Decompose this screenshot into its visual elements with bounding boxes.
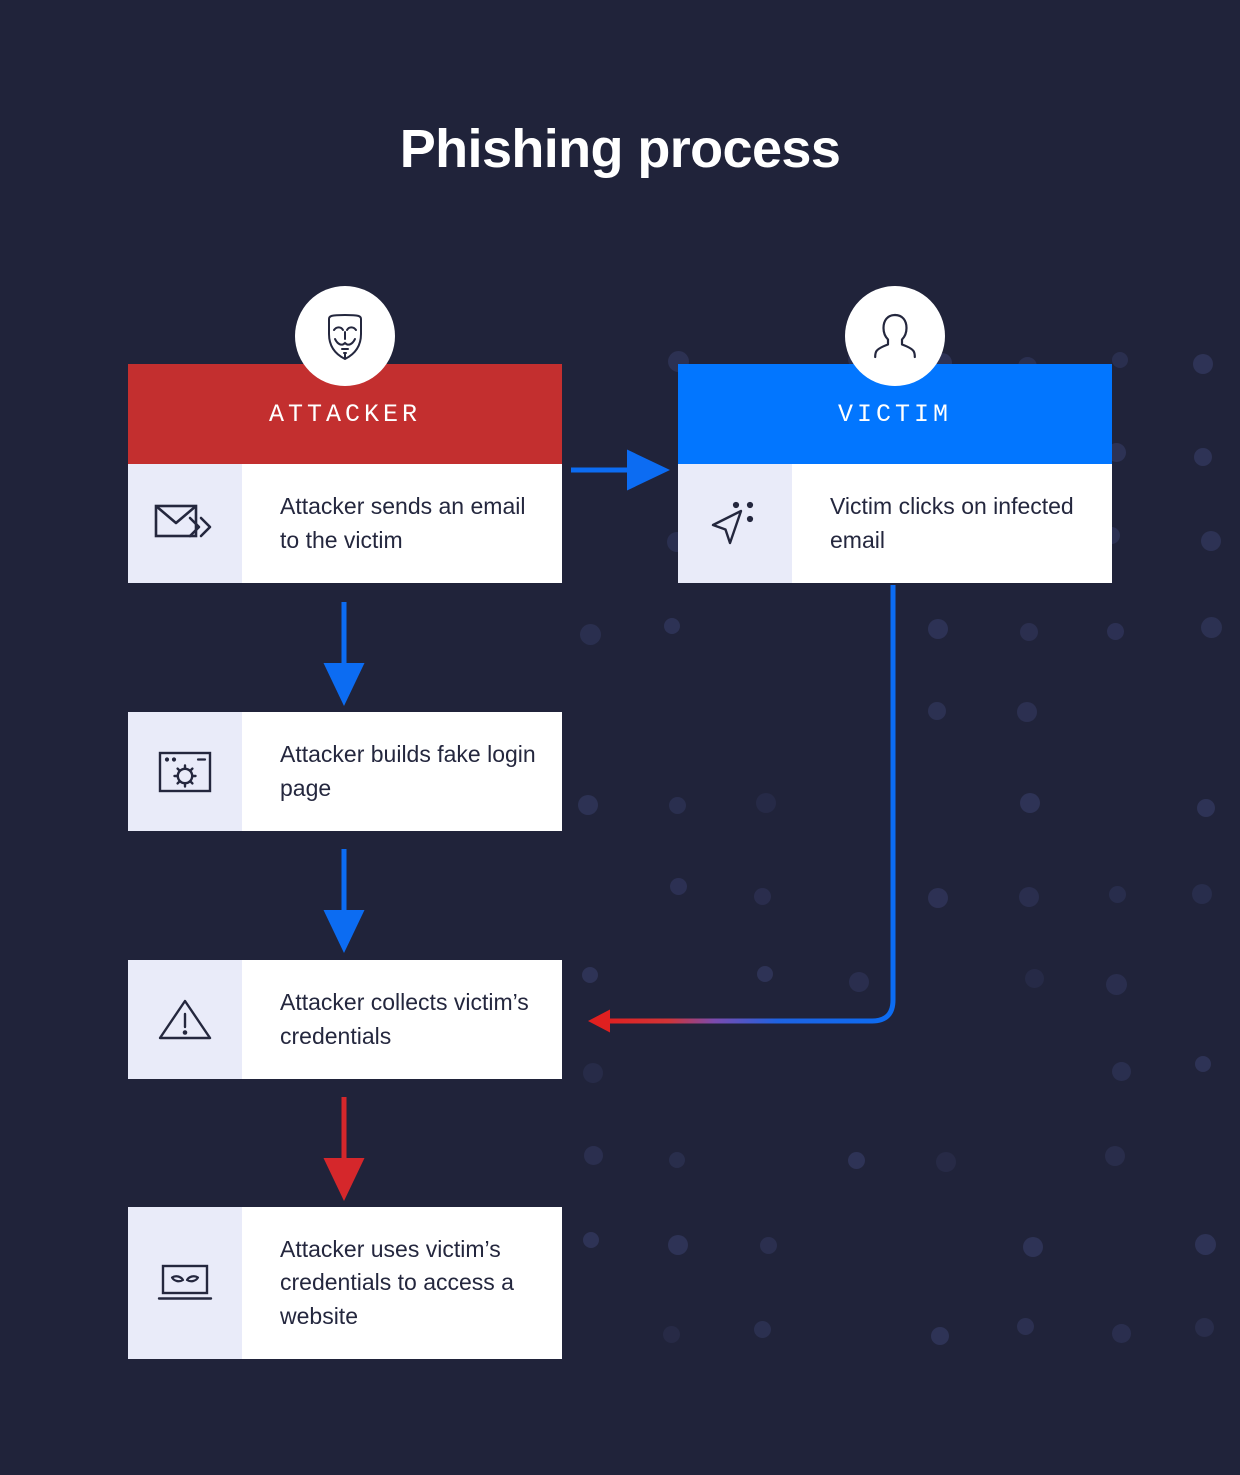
background-dot bbox=[583, 1146, 603, 1166]
attacker-step-3-card: Attacker collects victim’s credentials bbox=[128, 960, 562, 1079]
background-dot bbox=[1020, 792, 1041, 813]
background-dot bbox=[927, 702, 946, 721]
attacker-step-4: Attacker uses victim’s credentials to ac… bbox=[128, 1207, 562, 1359]
attacker-avatar bbox=[295, 286, 395, 386]
background-dot bbox=[753, 1320, 771, 1338]
background-dot bbox=[1109, 886, 1127, 904]
attacker-step-2-card: Attacker builds fake login page bbox=[128, 712, 562, 831]
victim-step-1-icon-cell bbox=[678, 464, 792, 583]
victim-lane-label: VICTIM bbox=[837, 399, 952, 429]
attacker-step-4-card: Attacker uses victim’s credentials to ac… bbox=[128, 1207, 562, 1359]
attacker-step-2-text: Attacker builds fake login page bbox=[280, 740, 536, 801]
background-dot bbox=[668, 797, 686, 815]
edge-victim-click-to-collect-credentials bbox=[588, 585, 896, 1033]
background-dot bbox=[1194, 1055, 1211, 1072]
person-silhouette-icon bbox=[874, 313, 916, 359]
background-dot bbox=[1106, 973, 1128, 995]
phishing-process-infographic: Phishing process ATTACKER Attacker sends… bbox=[0, 0, 1240, 1475]
background-dot bbox=[1023, 1237, 1044, 1258]
attacker-step-4-text: Attacker uses victim’s credentials to ac… bbox=[280, 1235, 514, 1329]
background-dot bbox=[848, 1151, 866, 1169]
attacker-step-3-text: Attacker collects victim’s credentials bbox=[280, 988, 529, 1049]
background-dot bbox=[1016, 702, 1037, 723]
background-dot bbox=[577, 794, 598, 815]
background-dot bbox=[928, 887, 949, 908]
background-dot bbox=[1018, 886, 1039, 907]
background-dot bbox=[670, 878, 688, 896]
background-dot bbox=[667, 1235, 688, 1256]
background-dot bbox=[1194, 1233, 1216, 1255]
envelope-send-icon bbox=[154, 504, 212, 537]
background-dot bbox=[1193, 447, 1212, 466]
victim-step-1-text: Victim clicks on infected email bbox=[830, 492, 1074, 553]
background-dot bbox=[582, 966, 599, 983]
attacker-lane-label: ATTACKER bbox=[268, 399, 422, 429]
background-dot bbox=[1192, 354, 1213, 375]
attacker-lane-card: ATTACKER Attacker sends an email to the … bbox=[128, 364, 562, 583]
background-dot bbox=[583, 1063, 604, 1084]
background-dot bbox=[1016, 1318, 1034, 1335]
background-dot bbox=[579, 623, 601, 645]
attacker-step-2-icon-cell bbox=[128, 712, 242, 831]
background-dot bbox=[1111, 351, 1128, 368]
anonymous-mask-icon bbox=[328, 314, 362, 360]
attacker-step-2: Attacker builds fake login page bbox=[128, 712, 562, 831]
background-dot bbox=[755, 793, 776, 814]
attacker-step-1-icon-cell bbox=[128, 464, 242, 583]
page-title: Phishing process bbox=[399, 119, 841, 179]
attacker-step-3: Attacker collects victim’s credentials bbox=[128, 960, 562, 1079]
background-dot bbox=[759, 1236, 777, 1254]
background-dot bbox=[583, 1232, 600, 1249]
background-dot bbox=[1196, 799, 1215, 818]
background-dot bbox=[1194, 1318, 1214, 1338]
browser-gear-icon bbox=[158, 751, 212, 792]
background-dot bbox=[664, 618, 681, 635]
attacker-step-1: Attacker sends an email to the victim bbox=[128, 464, 562, 583]
victim-avatar bbox=[845, 286, 945, 386]
background-dot bbox=[935, 1151, 956, 1172]
background-dot bbox=[930, 1326, 949, 1345]
background-dot bbox=[1112, 1324, 1132, 1344]
warning-triangle-icon bbox=[158, 999, 212, 1039]
background-dot bbox=[927, 618, 948, 639]
victim-lane-card: VICTIM Victim clicks on infected email bbox=[678, 364, 1112, 583]
background-dot bbox=[848, 972, 869, 993]
attacker-step-3-icon-cell bbox=[128, 960, 242, 1079]
background-dot bbox=[753, 887, 771, 905]
background-dot bbox=[1192, 883, 1213, 904]
background-dot bbox=[757, 966, 774, 983]
cursor-click-icon bbox=[711, 501, 754, 544]
attacker-step-4-icon-cell bbox=[128, 1207, 242, 1359]
background-dot bbox=[1200, 616, 1222, 638]
background-dot bbox=[1019, 622, 1038, 641]
background-dot bbox=[669, 1151, 686, 1168]
background-dot bbox=[1024, 968, 1044, 988]
victim-step-1: Victim clicks on infected email bbox=[678, 464, 1112, 583]
background-dot bbox=[1200, 531, 1221, 552]
attacker-step-1-text: Attacker sends an email to the victim bbox=[280, 492, 526, 553]
background-dot bbox=[1111, 1061, 1131, 1081]
background-dot bbox=[1104, 1146, 1125, 1167]
background-dot bbox=[1106, 623, 1124, 641]
background-dot bbox=[663, 1326, 681, 1344]
laptop-evil-eyes-icon bbox=[157, 1264, 213, 1300]
